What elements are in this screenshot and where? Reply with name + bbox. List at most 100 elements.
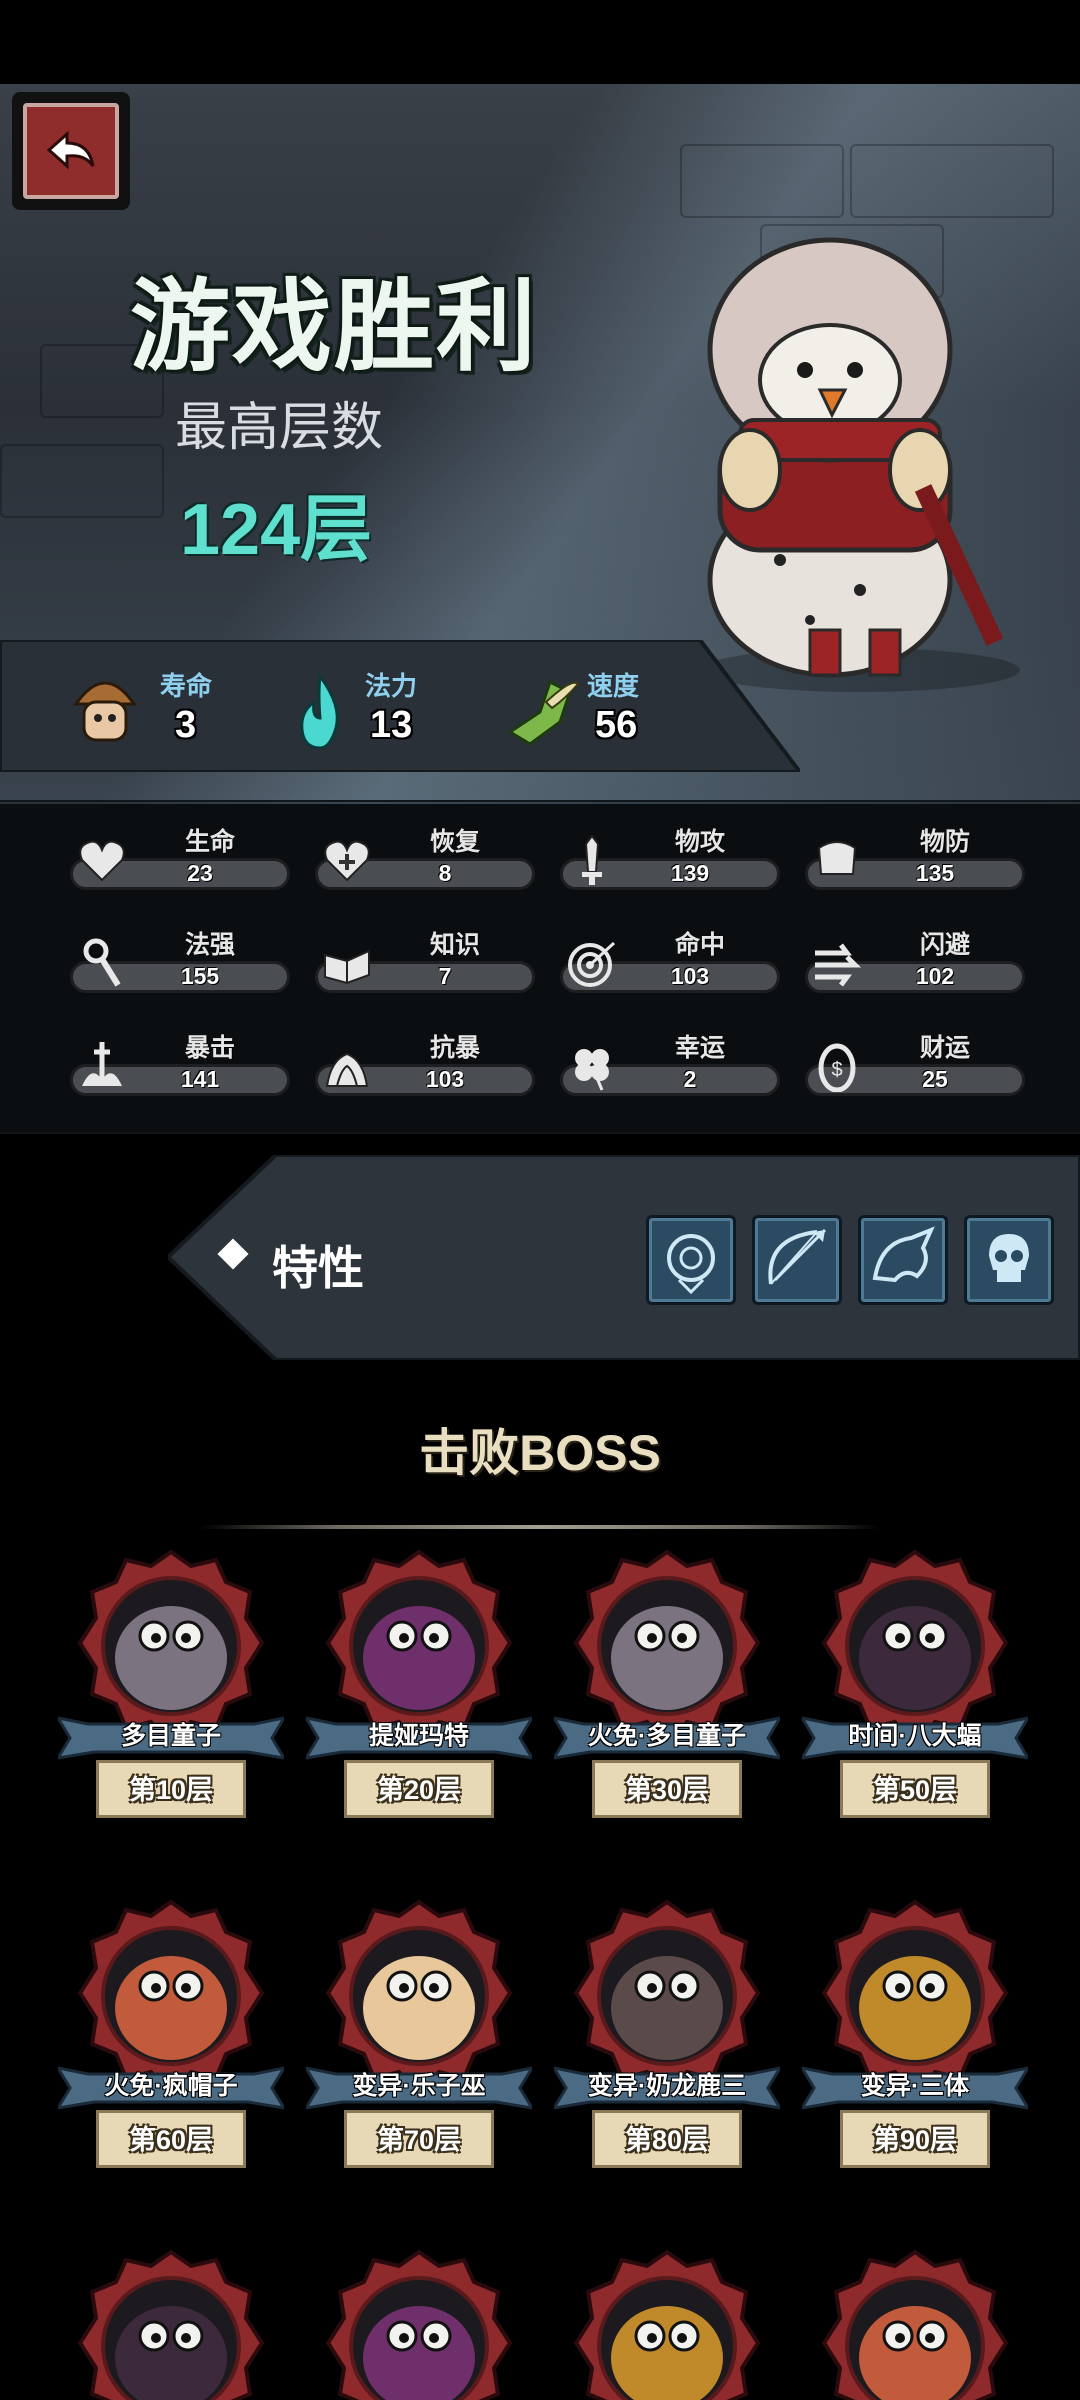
boss-floor: 第70层 [376,2125,462,2155]
attribute-item: 法强 155 [70,925,290,995]
boss-name: 变异·奶龙鹿三 [587,2072,747,2100]
attribute-value: 139 [670,860,710,886]
attribute-value: 155 [180,963,220,989]
boss-card-partial[interactable] [802,2248,1028,2400]
attribute-value: 25 [922,1066,948,1092]
boss-card[interactable]: 提娅玛特第20层 [306,1548,532,1878]
attribute-label: 幸运 [674,1034,725,1062]
attribute-item: 知识 7 [315,925,535,995]
boss-floor: 第90层 [872,2125,958,2155]
boss-name: 提娅玛特 [368,1722,469,1750]
trait-frost-rose[interactable] [646,1215,736,1305]
boss-card[interactable]: 变异·奶龙鹿三 第80层 [554,1898,780,2228]
blue-flame-icon [300,672,339,750]
boss-name: 火免·疯帽子 [104,2072,238,2100]
attribute-label: 生命 [184,828,235,856]
heart-plus-icon [324,840,370,882]
attribute-value: 2 [683,1066,697,1092]
attribute-item: 幸运 2 [560,1028,780,1098]
trait-skull[interactable] [964,1215,1054,1305]
status-bar-area [0,0,1080,84]
attribute-value: 103 [425,1066,465,1092]
back-button-frame [23,103,119,199]
boss-floor: 第60层 [128,2125,214,2155]
boss-floor: 第10层 [128,1775,214,1805]
attribute-label: 法强 [184,931,235,959]
attribute-value: 23 [187,860,213,886]
trait-dragon[interactable] [858,1215,948,1305]
boss-floor: 第80层 [624,2125,710,2155]
attribute-value: 103 [670,963,710,989]
attribute-item: 生命 23 [70,822,290,892]
attribute-label: 抗暴 [429,1034,480,1062]
attribute-value: 7 [438,963,452,989]
skull-icon [989,1234,1029,1282]
core-stat-label: 速度 [587,671,640,701]
frost-rose-icon [667,1234,715,1295]
winged-boot-icon [507,679,580,746]
core-stat-mana: 法力 13 [280,660,500,760]
boss-portrait [77,2249,265,2400]
trait-bow[interactable] [752,1215,842,1305]
core-stat-label: 法力 [365,671,418,701]
sword-icon [582,834,602,885]
divider [200,1525,880,1529]
boss-card-partial[interactable] [554,2248,780,2400]
boss-portrait [325,2249,513,2400]
boss-floor: 第30层 [624,1775,710,1805]
attribute-item: 命中 103 [560,925,780,995]
attribute-item: 物攻 139 [560,822,780,892]
boss-card[interactable]: 多目童子 第10层 [58,1548,284,1878]
max-floor-label: 最高层数 [175,399,384,457]
boss-card-partial[interactable] [306,2248,532,2400]
armor-icon [817,841,857,875]
attribute-label: 命中 [674,931,725,959]
core-stat-label: 寿命 [160,671,213,701]
clover-icon [575,1049,609,1091]
boss-floor: 第20层 [376,1775,462,1805]
core-stat-value: 13 [370,704,413,746]
back-button[interactable] [12,92,130,210]
svg-text:$: $ [831,1059,842,1081]
core-stat-life: 寿命 3 [60,660,280,760]
boss-card[interactable]: 火免·多目童子 第30层 [554,1548,780,1878]
boss-name: 变异·乐子巫 [352,2072,486,2100]
boss-card[interactable]: 时间·八大蝠 第50层 [802,1548,1028,1878]
boss-portrait [573,2249,761,2400]
dragon-icon [872,1226,935,1283]
attribute-label: 闪避 [919,931,970,959]
attribute-value: 102 [915,963,955,989]
boss-name: 时间·八大蝠 [848,1722,982,1750]
game-result-title: 游戏胜利 [130,271,538,383]
attribute-value: 141 [180,1066,220,1092]
attribute-item: $ 财运 25 [805,1028,1025,1098]
crit-dagger-icon [82,1042,122,1086]
attribute-label: 物防 [919,828,970,856]
core-stat-value: 56 [595,704,638,746]
coin-icon: $ [818,1043,856,1092]
attribute-label: 知识 [429,931,480,959]
attribute-item: 物防 135 [805,822,1025,892]
max-floor-value: 124层 [180,490,373,570]
book-icon [324,949,370,985]
boss-card[interactable]: 火免·疯帽子 第60层 [58,1898,284,2228]
boss-portrait [821,2249,1009,2400]
boss-name: 火免·多目童子 [587,1722,747,1750]
target-icon [568,941,616,987]
attribute-label: 物攻 [674,828,725,856]
boss-card[interactable]: 变异·乐子巫 第70层 [306,1898,532,2228]
boss-card[interactable]: 变异·三体 第90层 [802,1898,1028,2228]
back-arrow-icon [46,130,95,170]
boss-card-partial[interactable] [58,2248,284,2400]
mushroom-head-icon [73,681,137,742]
bow-arrow-icon [768,1228,827,1285]
dodge-arrows-icon [815,943,862,987]
attribute-value: 8 [438,860,452,886]
character-portrait [700,237,1020,692]
attribute-item: 暴击 141 [70,1028,290,1098]
attribute-label: 暴击 [184,1034,235,1062]
attribute-item: 抗暴 103 [315,1028,535,1098]
defeated-boss-title: 击败BOSS [419,1425,661,1481]
attribute-label: 恢复 [429,828,480,856]
attribute-label: 财运 [919,1034,970,1062]
